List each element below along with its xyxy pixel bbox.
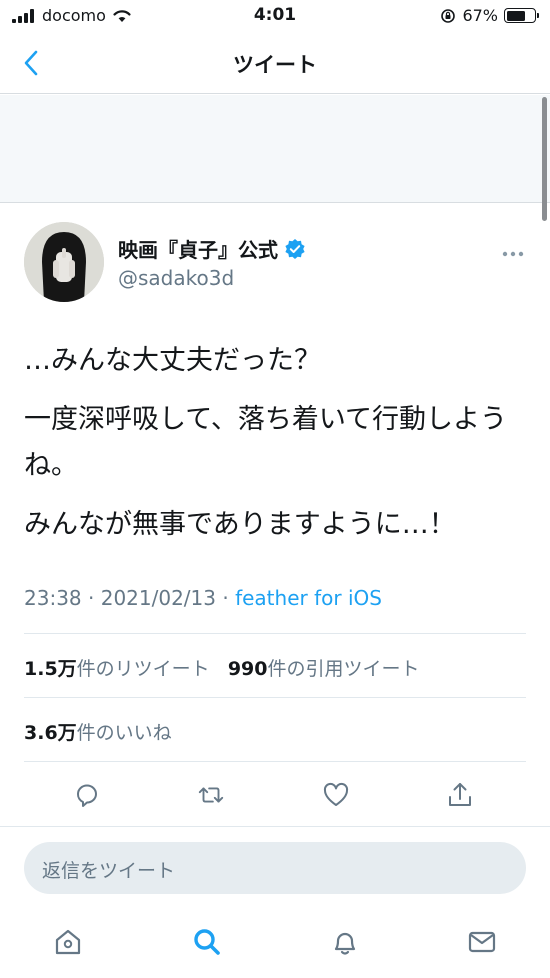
retweets-link[interactable]: 1.5万件のリツイート [24, 658, 210, 680]
tab-search[interactable] [189, 924, 225, 960]
tweet-text-line: みんなが無事でありますように…！ [24, 509, 456, 540]
retweet-stats: 1.5万件のリツイート 990件の引用ツイート [24, 654, 420, 681]
divider [24, 697, 526, 698]
likes-stats[interactable]: 3.6万件のいいね [24, 718, 172, 745]
retweet-button[interactable] [196, 780, 226, 810]
tweet-meta: 23:38 · 2021/02/13 · feather for iOS [24, 586, 382, 610]
meta-separator: · [222, 586, 236, 610]
battery-percent: 67% [462, 6, 498, 25]
more-options-button[interactable] [502, 242, 524, 261]
share-icon [449, 783, 471, 806]
divider [24, 633, 526, 634]
more-horizontal-icon [502, 251, 524, 257]
retweets-count: 1.5万 [24, 658, 77, 680]
tweet-time: 23:38 [24, 586, 82, 610]
search-icon [194, 929, 220, 955]
share-button[interactable] [445, 780, 475, 810]
quotes-label: 件の引用ツイート [267, 658, 420, 680]
quotes-link[interactable]: 990件の引用ツイート [228, 658, 420, 680]
tab-messages[interactable] [464, 924, 500, 960]
home-icon [55, 929, 81, 955]
user-handle[interactable]: @sadako3d [118, 266, 234, 290]
like-button[interactable] [321, 780, 351, 810]
retweets-label: 件のリツイート [76, 658, 210, 680]
reply-icon [77, 784, 97, 807]
tweet-source[interactable]: feather for iOS [235, 586, 382, 610]
status-right: 67% [440, 6, 539, 25]
battery-level [506, 10, 525, 21]
mail-icon [468, 931, 496, 953]
display-name: 映画『貞子』公式 [118, 238, 278, 262]
tweet-text: …みんな大丈夫だった？ 一度深呼吸して、落ち着いて行動しようね。 みんなが無事で… [24, 338, 524, 561]
likes-label: 件のいいね [76, 722, 172, 744]
likes-count: 3.6万 [24, 722, 77, 744]
status-bar: docomo 4:01 67% [0, 0, 550, 32]
page-title: ツイート [233, 53, 317, 77]
reply-placeholder: 返信をツイート [42, 860, 176, 882]
tweet-text-line: 一度深呼吸して、落ち着いて行動しようね。 [24, 404, 508, 481]
heart-icon [323, 782, 349, 806]
meta-separator: · [88, 586, 101, 610]
quotes-count: 990 [227, 658, 268, 680]
reply-input[interactable]: 返信をツイート [24, 842, 526, 894]
tweet-text-line: …みんな大丈夫だった？ [24, 345, 321, 376]
divider [0, 826, 550, 827]
user-name-row[interactable]: 映画『貞子』公式 [118, 234, 306, 263]
tab-bar [0, 912, 550, 978]
battery-icon [504, 8, 539, 23]
tweet-actions [0, 780, 550, 820]
avatar[interactable] [24, 222, 104, 302]
retweet-icon [198, 787, 224, 803]
orientation-lock-icon [441, 8, 456, 23]
tab-notifications[interactable] [327, 924, 363, 960]
tweet-date: 2021/02/13 [100, 586, 216, 610]
bell-icon [334, 932, 356, 955]
verified-badge-icon [285, 238, 305, 259]
navigation-bar: ツイート [0, 32, 550, 94]
scrollbar[interactable] [542, 97, 547, 221]
avatar-image [24, 222, 104, 302]
divider [24, 761, 526, 762]
context-area [0, 95, 550, 203]
tab-home[interactable] [50, 924, 86, 960]
reply-button[interactable] [72, 780, 102, 810]
